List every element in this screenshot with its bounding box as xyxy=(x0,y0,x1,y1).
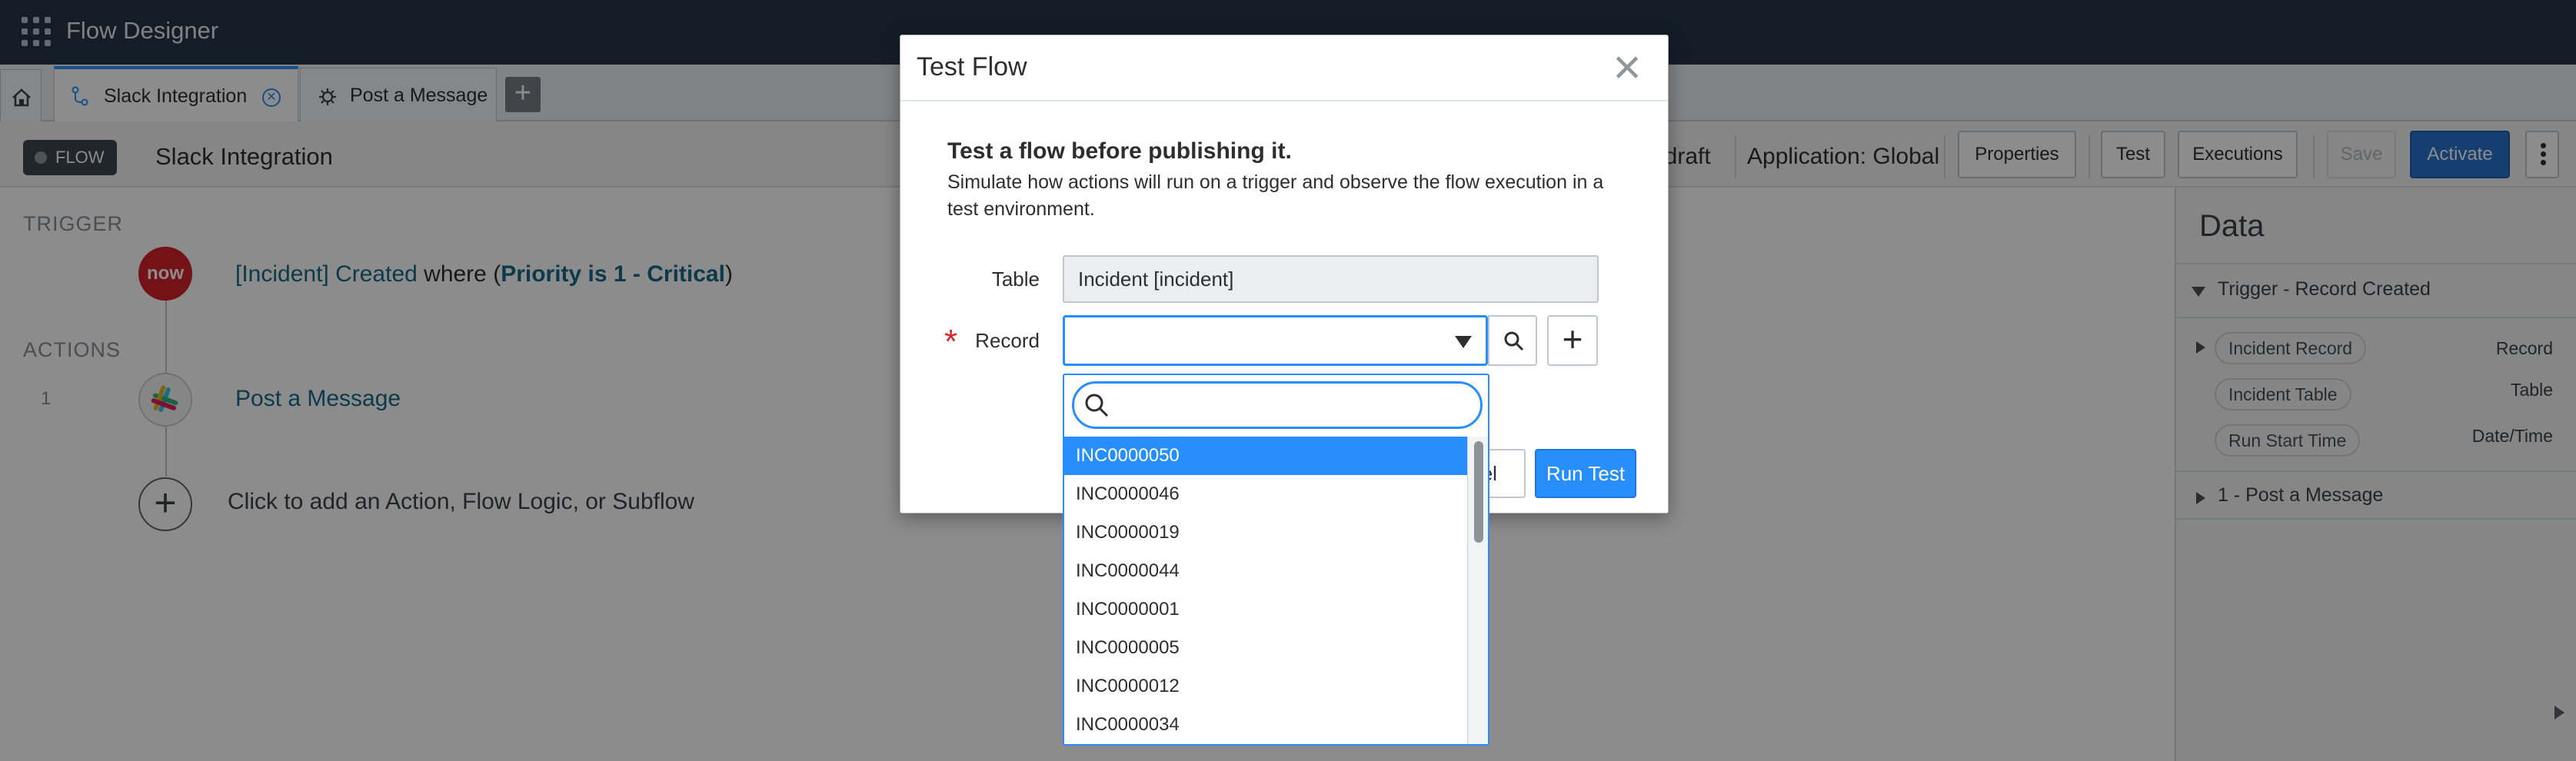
modal-heading: Test a flow before publishing it. xyxy=(947,138,1292,164)
add-record-button[interactable]: + xyxy=(1547,315,1598,366)
modal-divider xyxy=(900,100,1668,101)
table-field: Incident [incident] xyxy=(1063,255,1599,303)
dropdown-option[interactable]: INC0000050 xyxy=(1064,437,1467,475)
record-select[interactable] xyxy=(1063,315,1488,366)
dropdown-option[interactable]: INC0000019 xyxy=(1064,513,1467,552)
modal-title: Test Flow xyxy=(917,52,1027,81)
dropdown-scrollbar[interactable] xyxy=(1467,437,1488,744)
dropdown-option[interactable]: INC0000012 xyxy=(1064,667,1467,706)
dropdown-option[interactable]: INC0000044 xyxy=(1064,552,1467,590)
run-test-button[interactable]: Run Test xyxy=(1535,449,1636,498)
required-icon: * xyxy=(944,323,958,361)
dropdown-option[interactable]: INC0000046 xyxy=(1064,475,1467,513)
record-field-label: Record xyxy=(975,329,1040,352)
modal-description: Simulate how actions will run on a trigg… xyxy=(947,171,1604,220)
dropdown-option[interactable]: INC0000001 xyxy=(1064,590,1467,629)
search-icon xyxy=(1504,331,1524,351)
close-icon[interactable]: × xyxy=(1609,42,1646,91)
dropdown-option[interactable]: INC0000034 xyxy=(1064,706,1467,744)
record-lookup-button[interactable] xyxy=(1488,315,1537,366)
table-field-label: Table xyxy=(991,268,1040,291)
record-dropdown: INC0000050 INC0000046 INC0000019 INC0000… xyxy=(1063,374,1489,746)
dropdown-search[interactable] xyxy=(1072,381,1483,429)
chevron-down-icon xyxy=(1455,336,1472,348)
search-icon xyxy=(1085,394,1109,417)
scrollbar-thumb[interactable] xyxy=(1474,441,1483,543)
dropdown-search-input[interactable] xyxy=(1116,390,1469,420)
dropdown-list: INC0000050 INC0000046 INC0000019 INC0000… xyxy=(1064,437,1467,744)
dropdown-option[interactable]: INC0000005 xyxy=(1064,629,1467,667)
